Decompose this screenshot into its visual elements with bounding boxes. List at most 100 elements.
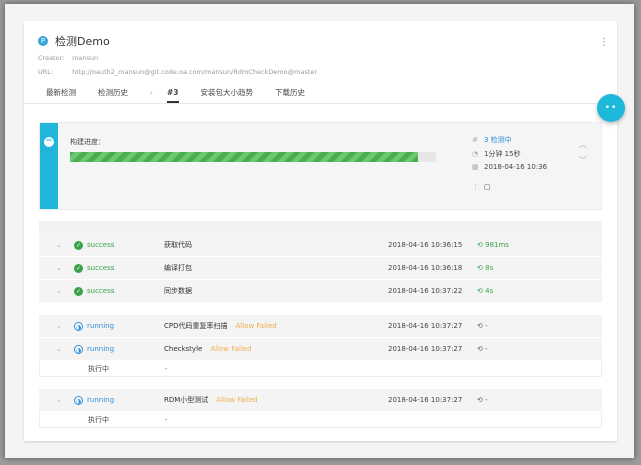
build-actions: ⋮ ▢ <box>472 183 491 191</box>
stage-name: 获取代码 <box>164 241 192 249</box>
allow-failed-badge: Allow Failed <box>235 322 277 330</box>
stage-table: ⌄ ✓ success 获取代码 2018-04-16 10:36:15 ⟲ 9… <box>39 221 602 428</box>
build-number-status: #3 检测中 <box>472 135 512 145</box>
stage-duration-text: - <box>485 322 488 330</box>
project-card: P 检测Demo ⋮ Creator: mansun URL: http://o… <box>24 21 625 441</box>
detail-value: - <box>165 365 168 373</box>
chevron-down-icon[interactable]: ⌄ <box>56 315 62 338</box>
running-icon: ◑ <box>74 345 83 354</box>
chevron-down-icon[interactable]: ⌄ <box>56 257 62 280</box>
more-vertical-icon[interactable]: ⋮ <box>472 183 484 191</box>
group-spacer <box>39 377 602 389</box>
tab-build-3[interactable]: #3 <box>167 87 179 103</box>
stage-duration: ⟲ 4s <box>477 280 493 303</box>
success-icon: ✓ <box>74 241 83 250</box>
stage-duration-text: - <box>485 396 488 404</box>
fab-more-button[interactable]: •• <box>597 94 625 122</box>
detail-label: 执行中 <box>88 365 109 373</box>
running-icon: ◑ <box>74 396 83 405</box>
url-value[interactable]: http://oauth2_mansun@git.code.oa.com/man… <box>72 68 317 76</box>
stage-status: running <box>87 345 115 353</box>
stage-duration-text: 981ms <box>485 241 509 249</box>
timer-icon: ⟲ <box>477 345 483 353</box>
running-icon: ◑ <box>74 322 83 331</box>
stage-status: success <box>87 264 115 272</box>
breadcrumb-separator-icon: › <box>150 88 153 97</box>
build-duration-text: 1分钟 15秒 <box>484 150 521 158</box>
table-row[interactable]: ⌄ ✓ success 同步数据 2018-04-16 10:37:22 ⟲ 4… <box>39 280 602 303</box>
stage-time: 2018-04-16 10:37:22 <box>388 287 463 295</box>
build-status-text[interactable]: 3 检测中 <box>484 136 512 144</box>
build-duration: ◔ 1分钟 15秒 <box>472 149 521 159</box>
chevron-down-icon[interactable]: ⌄ <box>56 280 62 303</box>
stage-name-cell: CPD代码重复率扫描 Allow Failed <box>164 315 277 338</box>
timer-icon: ⟲ <box>477 322 483 330</box>
stage-duration-text: 4s <box>485 287 494 295</box>
build-progress-fill <box>70 152 418 162</box>
more-menu-icon[interactable]: ⋮ <box>599 37 609 48</box>
stage-time: 2018-04-16 10:37:27 <box>388 322 463 330</box>
project-header: P 检测Demo ⋮ Creator: mansun URL: http://o… <box>38 31 617 79</box>
stage-time: 2018-04-16 10:36:18 <box>388 264 463 272</box>
stage-duration-text: - <box>485 345 488 353</box>
build-summary: − 构建进度： #3 检测中 ◔ 1分钟 15秒 ▦ 2018-04-16 10:3… <box>39 122 602 210</box>
stage-status: running <box>87 322 115 330</box>
stage-duration: ⟲ - <box>477 338 488 361</box>
build-progress-bar <box>70 152 436 162</box>
chevron-down-icon[interactable]: ﹀ <box>579 153 587 169</box>
chevron-up-icon[interactable]: ︿ <box>579 137 587 153</box>
progress-label: 构建进度： <box>70 138 105 146</box>
timer-icon: ⟲ <box>477 241 483 249</box>
build-nav-arrows: ︿ ﹀ <box>579 137 587 169</box>
clock-icon: ◔ <box>472 150 479 158</box>
stage-name-cell: Checkstyle Allow Failed <box>164 338 252 361</box>
stage-name: RDM小型测试 <box>164 396 209 404</box>
clipboard-icon[interactable]: ▢ <box>484 183 491 191</box>
window-frame: P 检测Demo ⋮ Creator: mansun URL: http://o… <box>5 4 634 458</box>
group-spacer <box>39 303 602 315</box>
stage-name: Checkstyle <box>164 345 203 353</box>
detail-label: 执行中 <box>88 416 109 424</box>
stage-detail-row: 执行中 - <box>39 412 602 428</box>
table-row[interactable]: ⌄ ✓ success 获取代码 2018-04-16 10:36:15 ⟲ 9… <box>39 234 602 257</box>
build-date-text: 2018-04-16 10:36 <box>484 163 548 171</box>
stage-duration: ⟲ 981ms <box>477 234 509 257</box>
success-icon: ✓ <box>74 287 83 296</box>
creator-row: Creator: mansun <box>38 51 617 65</box>
stage-time: 2018-04-16 10:37:27 <box>388 345 463 353</box>
creator-label: Creator: <box>38 54 65 62</box>
table-row[interactable]: ⌄ ◑ running RDM小型测试 Allow Failed 2018-04-… <box>39 389 602 412</box>
tab-latest[interactable]: 最新检测 <box>46 87 76 103</box>
tab-history[interactable]: 检测历史 <box>98 87 128 103</box>
table-row[interactable]: ⌄ ✓ success 编译打包 2018-04-16 10:36:18 ⟲ 8… <box>39 257 602 280</box>
stage-name: 同步数据 <box>164 287 192 295</box>
table-row[interactable]: ⌄ ◑ running CPD代码重复率扫描 Allow Failed 2018-… <box>39 315 602 338</box>
stage-duration: ⟲ - <box>477 389 488 412</box>
chevron-down-icon[interactable]: ⌄ <box>56 389 62 412</box>
tab-size-trend[interactable]: 安装包大小趋势 <box>201 87 254 103</box>
tab-bar: 最新检测 检测历史 › #3 安装包大小趋势 下载历史 <box>46 87 327 103</box>
tab-download-history[interactable]: 下载历史 <box>275 87 305 103</box>
table-row[interactable]: ⌄ ◑ running Checkstyle Allow Failed 2018-… <box>39 338 602 361</box>
url-row: URL: http://oauth2_mansun@git.code.oa.co… <box>38 65 617 79</box>
stage-time: 2018-04-16 10:37:27 <box>388 396 463 404</box>
stage-duration: ⟲ - <box>477 315 488 338</box>
url-label: URL: <box>38 68 54 76</box>
stage-name: 编译打包 <box>164 264 192 272</box>
build-status-strip: − <box>40 123 58 209</box>
stage-duration-text: 8s <box>485 264 494 272</box>
detail-value: - <box>165 416 168 424</box>
timer-icon: ⟲ <box>477 264 483 272</box>
table-header <box>39 221 602 234</box>
stage-status: success <box>87 241 115 249</box>
chevron-down-icon[interactable]: ⌄ <box>56 234 62 257</box>
allow-failed-badge: Allow Failed <box>216 396 258 404</box>
stage-name: CPD代码重复率扫描 <box>164 322 228 330</box>
timer-icon: ⟲ <box>477 287 483 295</box>
timer-icon: ⟲ <box>477 396 483 404</box>
stage-duration: ⟲ 8s <box>477 257 493 280</box>
stage-detail-row: 执行中 - <box>39 361 602 377</box>
collapse-icon[interactable]: − <box>44 137 54 147</box>
chevron-down-icon[interactable]: ⌄ <box>56 338 62 361</box>
stage-status: running <box>87 396 115 404</box>
